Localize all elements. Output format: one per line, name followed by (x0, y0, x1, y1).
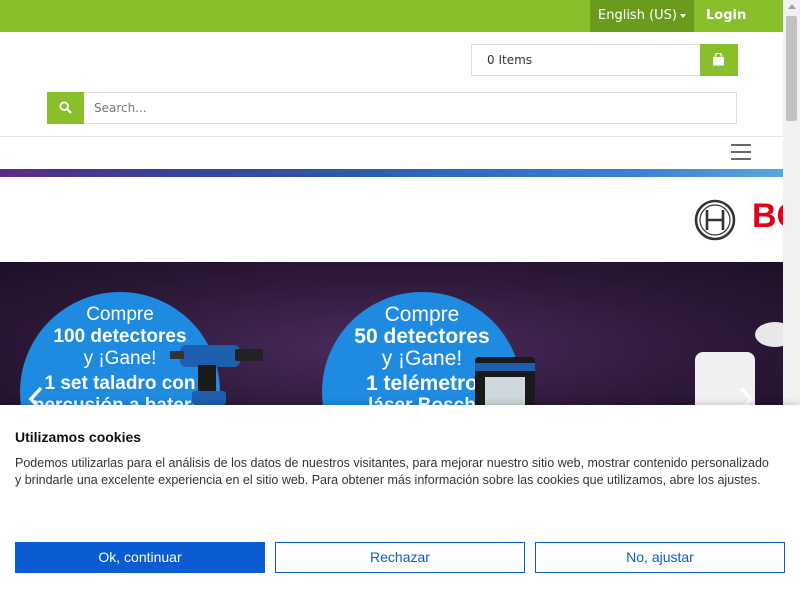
cart-count: 0 Items (487, 53, 533, 67)
bosch-logo-icon (694, 199, 736, 241)
accept-cookies-button[interactable]: Ok, continuar (15, 542, 265, 573)
cart-widget[interactable]: 0 Items (471, 44, 738, 76)
promo1-line1: Compre (86, 304, 154, 325)
shopping-bag-icon (713, 53, 724, 66)
search-button[interactable] (47, 92, 84, 124)
cookie-banner: Utilizamos cookies Podemos utilizarlas p… (0, 405, 800, 600)
promo2-line1: Compre (384, 303, 460, 326)
cookie-text: Podemos utilizarlas para el análisis de … (15, 456, 769, 487)
scrollbar-thumb[interactable] (786, 16, 797, 121)
scroll-up-icon[interactable] (788, 4, 796, 9)
smoke-detector-image-2 (755, 322, 783, 347)
header-divider (0, 136, 783, 137)
caret-down-icon (679, 13, 686, 18)
language-selector[interactable]: English (US) (590, 0, 694, 32)
search-icon (59, 101, 72, 114)
cookie-title: Utilizamos cookies (15, 429, 142, 445)
scrollbar[interactable] (783, 0, 800, 405)
cart-button[interactable] (700, 44, 738, 76)
adjust-cookies-button[interactable]: No, ajustar (535, 542, 785, 573)
brand-banner: BOSCH (0, 177, 800, 262)
top-bar: English (US) Login (0, 0, 783, 32)
page: English (US) Login 0 Items BOSCH (0, 0, 800, 600)
search-input[interactable] (84, 92, 737, 124)
gradient-stripe (0, 169, 783, 177)
menu-icon[interactable] (731, 144, 751, 160)
promo2-line2: 50 detectores (354, 325, 490, 348)
drill-image (170, 345, 263, 405)
language-label: English (US) (598, 8, 677, 23)
hero-carousel: Compre 100 detectores y ¡Gane! 1 set tal… (0, 262, 783, 405)
laser-meter-image (475, 357, 535, 405)
carousel-next-icon[interactable] (738, 386, 754, 405)
reject-cookies-button[interactable]: Rechazar (275, 542, 525, 573)
carousel-prev-icon[interactable] (28, 386, 44, 405)
login-link[interactable]: Login (706, 0, 746, 32)
